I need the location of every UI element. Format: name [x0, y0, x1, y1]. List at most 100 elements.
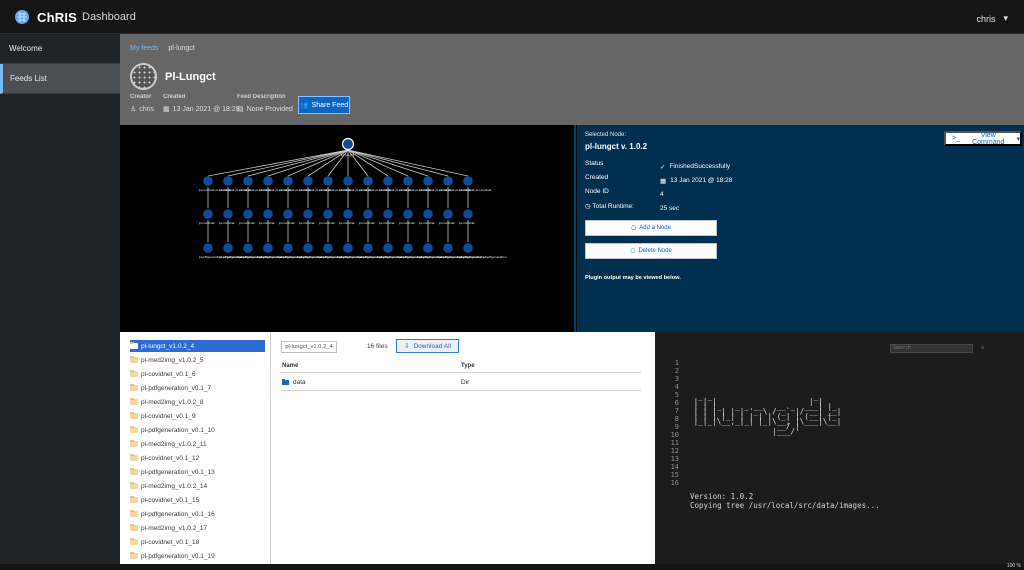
graph-node-label[interactable]: pl-covidnet — [399, 221, 416, 225]
view-command-button[interactable]: >_ View Command ▾ — [944, 131, 1022, 146]
folder-tree-item[interactable]: pl-med2img_v1.0.2_8 — [130, 396, 265, 408]
share-feed-button[interactable]: 👥 Share Feed — [298, 96, 350, 114]
graph-node-label[interactable]: pl-covidnet — [339, 221, 356, 225]
folder-tree-item[interactable]: pl-covidnet_v0.1_9 — [130, 410, 265, 422]
graph-node[interactable] — [383, 209, 393, 219]
folder-tree-item[interactable]: pl-covidnet_v0.1_15 — [130, 494, 265, 506]
graph-node[interactable] — [403, 209, 413, 219]
folder-tree-item[interactable]: pl-pdfgeneration_v0.1_16 — [130, 508, 265, 520]
graph-node[interactable] — [463, 243, 473, 253]
graph-node-label[interactable]: pl-covidnet — [239, 221, 256, 225]
graph-node-label[interactable]: pl-covidnet — [439, 221, 456, 225]
breadcrumb-my-feeds[interactable]: My feeds — [130, 45, 158, 52]
delete-node-button[interactable]: ⎔ Delete Node — [585, 243, 717, 259]
graph-node[interactable] — [363, 176, 373, 186]
app-subtitle: Dashboard — [82, 11, 136, 23]
graph-node[interactable] — [343, 176, 353, 186]
graph-node[interactable] — [343, 209, 353, 219]
row-label: Status — [585, 160, 604, 167]
graph-node[interactable] — [283, 176, 293, 186]
graph-node[interactable] — [403, 243, 413, 253]
graph-node[interactable] — [223, 176, 233, 186]
folder-tree-item[interactable]: pl-covidnet_v0.1_18 — [130, 536, 265, 548]
graph-node[interactable] — [343, 243, 353, 253]
folder-label: pl-med2img_v1.0.2_11 — [141, 440, 207, 448]
graph-node[interactable] — [443, 209, 453, 219]
graph-node-label[interactable]: pl-covidnet — [299, 221, 316, 225]
folder-tree-item[interactable]: pl-med2img_v1.0.2_11 — [130, 438, 265, 450]
graph-node[interactable] — [223, 243, 233, 253]
graph-node[interactable] — [303, 243, 313, 253]
graph-node[interactable] — [283, 209, 293, 219]
terminal-output[interactable]: Search ≡ 1 2 3 4 5 6 7 8 9 10 11 12 13 14 15 16 _ _ _ |… — [655, 332, 1024, 564]
graph-node[interactable] — [463, 209, 473, 219]
graph-node[interactable] — [283, 243, 293, 253]
graph-node[interactable] — [423, 176, 433, 186]
graph-node[interactable] — [203, 209, 213, 219]
graph-node[interactable] — [323, 176, 333, 186]
chevron-down-icon: ▾ — [1003, 13, 1008, 23]
graph-node-label[interactable]: pl-covidnet — [279, 221, 296, 225]
graph-node[interactable] — [363, 209, 373, 219]
terminal-search-input[interactable]: Search — [890, 344, 973, 353]
graph-node[interactable] — [263, 176, 273, 186]
graph-node-label[interactable]: pl-covidnet — [379, 221, 396, 225]
graph-node[interactable] — [203, 243, 213, 253]
folder-tree-item[interactable]: pl-med2img_v1.0.2_17 — [130, 522, 265, 534]
folder-icon — [130, 482, 138, 489]
graph-node-label[interactable]: pl-covidnet — [459, 221, 476, 225]
graph-node[interactable] — [263, 243, 273, 253]
folder-tree-item[interactable]: pl-med2img_v1.0.2_14 — [130, 480, 265, 492]
feed-graph[interactable]: pl-covidnet pl-covidnet pl-covidnet pl-pdf… — [120, 125, 576, 332]
graph-node[interactable] — [403, 176, 413, 186]
sidebar-item-feeds-list[interactable]: Feeds List — [0, 64, 120, 94]
graph-node[interactable] — [223, 209, 233, 219]
graph-node-label[interactable]: pl-covidnet — [199, 221, 216, 225]
feed-tree-svg[interactable]: pl-covidnet pl-covidnetpl-covidnetpl-pdf… — [120, 125, 576, 332]
download-all-button[interactable]: ⇩ Download All — [396, 339, 459, 353]
graph-node-label[interactable]: pl-covidnet — [219, 221, 236, 225]
graph-node-label[interactable]: pl-covidnet pl-covidnet — [459, 188, 492, 192]
graph-node-label[interactable]: pl-covidnet — [359, 221, 376, 225]
graph-node[interactable] — [263, 209, 273, 219]
graph-node[interactable] — [363, 243, 373, 253]
folder-tree-item[interactable]: pl-lungct_v1.0.2_4 — [130, 340, 265, 352]
graph-node-label[interactable]: pl-pdfgeneration pl-pdfgeneration — [459, 255, 507, 259]
graph-node[interactable] — [443, 243, 453, 253]
sidebar-item-welcome[interactable]: Welcome — [0, 34, 120, 64]
graph-node[interactable] — [423, 209, 433, 219]
graph-node[interactable] — [303, 209, 313, 219]
folder-tree-item[interactable]: pl-covidnet_v0.1_12 — [130, 452, 265, 464]
current-path[interactable]: pl-lungct_v1.0.2_4 — [281, 341, 337, 353]
graph-node[interactable] — [303, 176, 313, 186]
folder-icon — [130, 538, 138, 545]
folder-tree-item[interactable]: pl-covidnet_v0.1_6 — [130, 368, 265, 380]
graph-node-label[interactable]: pl-covidnet — [319, 221, 336, 225]
graph-node[interactable] — [243, 176, 253, 186]
folder-tree-item[interactable]: pl-pdfgeneration_v0.1_13 — [130, 466, 265, 478]
folder-tree-item[interactable]: pl-pdfgeneration_v0.1_19 — [130, 550, 265, 562]
graph-node[interactable] — [423, 243, 433, 253]
folder-tree-item[interactable]: pl-pdfgeneration_v0.1_10 — [130, 424, 265, 436]
graph-node[interactable] — [463, 176, 473, 186]
graph-node[interactable] — [383, 176, 393, 186]
graph-node[interactable] — [243, 209, 253, 219]
folder-tree-item[interactable]: pl-pdfgeneration_v0.1_7 — [130, 382, 265, 394]
graph-node[interactable] — [203, 176, 213, 186]
graph-node-label[interactable]: pl-covidnet — [419, 221, 436, 225]
selected-graph-node[interactable] — [341, 137, 355, 151]
add-node-button[interactable]: ⎔ Add a Node — [585, 220, 717, 236]
folder-icon — [130, 370, 138, 377]
graph-node[interactable] — [383, 243, 393, 253]
table-row[interactable]: data Dir — [281, 375, 641, 391]
line-number: 11 — [670, 439, 679, 447]
graph-node-label[interactable]: pl-covidnet — [259, 221, 276, 225]
graph-node[interactable] — [443, 176, 453, 186]
graph-node[interactable] — [323, 209, 333, 219]
chris-logo[interactable]: ChRIS Dashboard — [12, 8, 136, 26]
menu-icon[interactable]: ≡ — [981, 345, 984, 351]
graph-node[interactable] — [243, 243, 253, 253]
user-menu[interactable]: chris ▾ — [976, 13, 1008, 24]
graph-node[interactable] — [323, 243, 333, 253]
folder-tree-item[interactable]: pl-med2img_v1.0.2_5 — [130, 354, 265, 366]
